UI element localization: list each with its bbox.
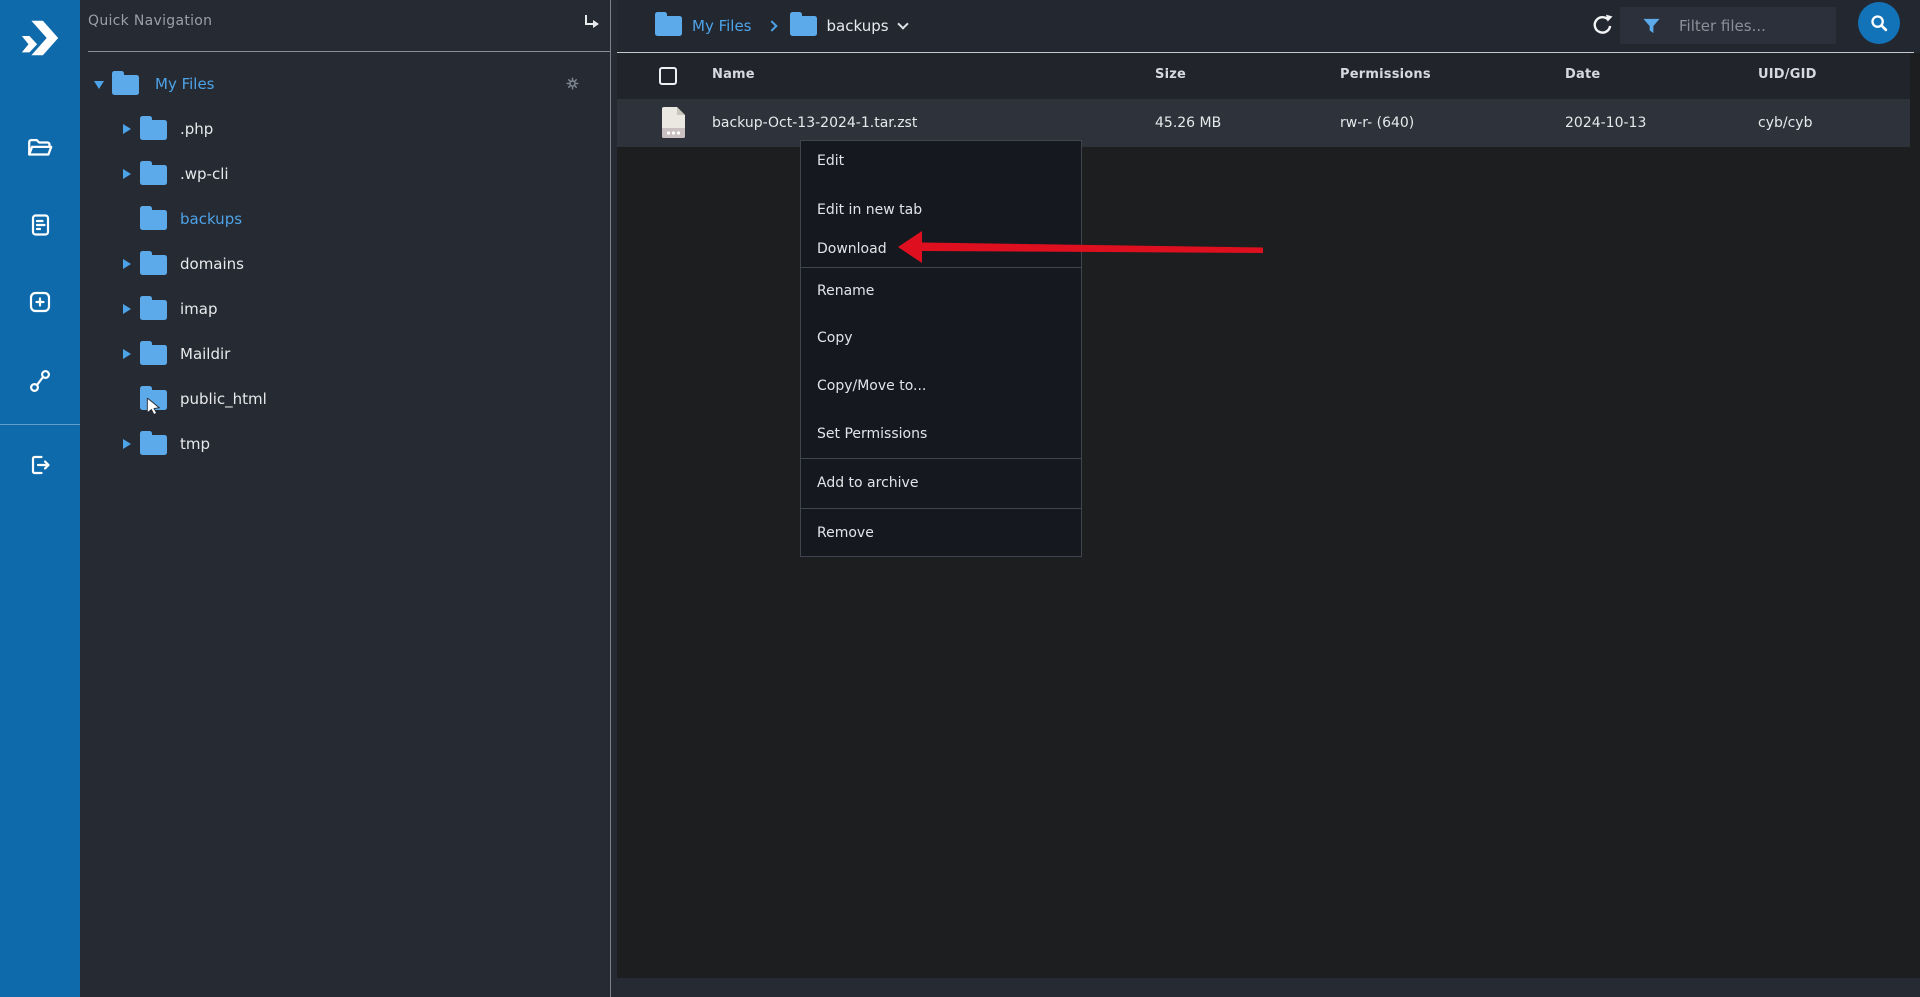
tree-item-label[interactable]: backups (180, 210, 242, 228)
folder-icon[interactable] (140, 210, 167, 230)
refresh-icon[interactable] (1590, 13, 1615, 38)
logo-double-chevron-icon[interactable] (17, 14, 63, 60)
tree-item-label[interactable]: .wp-cli (180, 165, 229, 183)
cell-file-size: 45.26 MB (1155, 115, 1221, 131)
menu-separator (801, 508, 1081, 509)
menu-item-edit[interactable]: Edit (801, 141, 1081, 181)
cell-file-name[interactable]: backup-Oct-13-2024-1.tar.zst (712, 115, 917, 131)
column-header-size[interactable]: Size (1155, 67, 1186, 82)
column-header-name[interactable]: Name (712, 67, 755, 82)
cell-file-permissions: rw-r- (640) (1340, 115, 1414, 131)
context-menu: Edit Edit in new tab Download Rename Cop… (800, 140, 1082, 557)
documents-icon (26, 211, 54, 239)
select-all-checkbox[interactable] (659, 67, 677, 85)
column-header-date[interactable]: Date (1565, 67, 1600, 82)
expand-caret-icon[interactable] (122, 124, 132, 134)
expand-caret-icon[interactable] (122, 349, 132, 359)
filter-funnel-icon (1642, 17, 1661, 35)
menu-item-copy[interactable]: Copy (801, 318, 1081, 358)
folder-icon[interactable] (140, 120, 167, 140)
expand-caret-icon[interactable] (122, 169, 132, 179)
folder-icon (26, 134, 54, 162)
sidebar-divider (0, 424, 80, 425)
search-button[interactable] (1858, 2, 1900, 44)
menu-item-set-permissions[interactable]: Set Permissions (801, 414, 1081, 454)
gear-icon[interactable] (565, 76, 580, 91)
quick-navigation-underline (88, 51, 610, 52)
enter-directory-icon[interactable] (580, 12, 602, 34)
tree-item-wp-cli[interactable]: .wp-cli (80, 151, 611, 196)
folder-icon[interactable] (790, 16, 817, 36)
tree-item-label[interactable]: public_html (180, 390, 267, 408)
tree-item-label[interactable]: Maildir (180, 345, 230, 363)
menu-item-remove[interactable]: Remove (801, 513, 1081, 553)
caret-spacer (122, 394, 132, 404)
cell-file-date: 2024-10-13 (1565, 115, 1646, 131)
tree-item-php[interactable]: .php (80, 106, 611, 151)
tree-item-public-html[interactable]: public_html (80, 376, 611, 421)
column-header-uid-gid[interactable]: UID/GID (1758, 67, 1817, 82)
folder-icon[interactable] (140, 165, 167, 185)
tree-item-tmp[interactable]: tmp (80, 421, 611, 466)
folder-icon[interactable] (140, 435, 167, 455)
menu-item-copy-move-to[interactable]: Copy/Move to... (801, 366, 1081, 406)
logout-icon (26, 451, 54, 479)
add-icon (26, 288, 54, 316)
caret-spacer (122, 214, 132, 224)
expand-caret-icon[interactable] (122, 259, 132, 269)
search-icon (1868, 12, 1890, 34)
tree-item-imap[interactable]: imap (80, 286, 611, 331)
expand-caret-icon[interactable] (122, 304, 132, 314)
cell-file-uid-gid: cyb/cyb (1758, 115, 1812, 131)
breadcrumb: My Files backups (617, 16, 907, 36)
connections-nav-button[interactable] (0, 366, 80, 396)
tree-item-backups[interactable]: backups (80, 196, 611, 241)
menu-item-rename[interactable]: Rename (801, 271, 1081, 311)
tree-item-label[interactable]: domains (180, 255, 244, 273)
column-header-permissions[interactable]: Permissions (1340, 67, 1431, 82)
menu-separator (801, 458, 1081, 459)
filter-files-input[interactable] (1679, 17, 1819, 35)
filter-files-box (1620, 7, 1836, 44)
folder-icon[interactable] (655, 16, 682, 36)
chevron-down-icon[interactable] (897, 18, 908, 29)
menu-item-add-to-archive[interactable]: Add to archive (801, 463, 1081, 503)
quick-navigation-title: Quick Navigation (88, 13, 212, 29)
tree-item-label[interactable]: imap (180, 300, 218, 318)
files-nav-button[interactable] (0, 133, 80, 163)
file-manager-app: Quick Navigation My Files .php (0, 0, 1920, 997)
logout-nav-button[interactable] (0, 450, 80, 480)
toolbar: My Files backups (617, 0, 1920, 52)
folder-icon[interactable] (140, 255, 167, 275)
expand-caret-icon[interactable] (122, 439, 132, 449)
archive-file-icon (662, 107, 685, 138)
tree-item-label[interactable]: My Files (155, 75, 215, 93)
tree-item-maildir[interactable]: Maildir (80, 331, 611, 376)
menu-item-edit-in-new-tab[interactable]: Edit in new tab (801, 190, 1081, 230)
folder-icon[interactable] (112, 75, 139, 95)
tree-item-label[interactable]: tmp (180, 435, 210, 453)
chevron-right-icon (766, 20, 777, 31)
bottom-strip (617, 978, 1920, 997)
annotation-arrow-download (890, 225, 1270, 275)
tree-item-my-files[interactable]: My Files (80, 61, 611, 106)
breadcrumb-backups[interactable]: backups (827, 17, 889, 35)
breadcrumb-my-files[interactable]: My Files (692, 17, 752, 35)
mouse-cursor-icon (146, 398, 160, 415)
tree-item-label[interactable]: .php (180, 120, 213, 138)
table-header: Name Size Permissions Date UID/GID (617, 53, 1910, 99)
collapse-caret-icon[interactable] (94, 79, 104, 89)
quick-navigation-panel: Quick Navigation My Files .php (80, 0, 611, 997)
connections-icon (26, 367, 54, 395)
folder-icon[interactable] (140, 345, 167, 365)
app-sidebar (0, 0, 80, 997)
tree-item-domains[interactable]: domains (80, 241, 611, 286)
documents-nav-button[interactable] (0, 210, 80, 240)
add-nav-button[interactable] (0, 287, 80, 317)
folder-icon[interactable] (140, 300, 167, 320)
